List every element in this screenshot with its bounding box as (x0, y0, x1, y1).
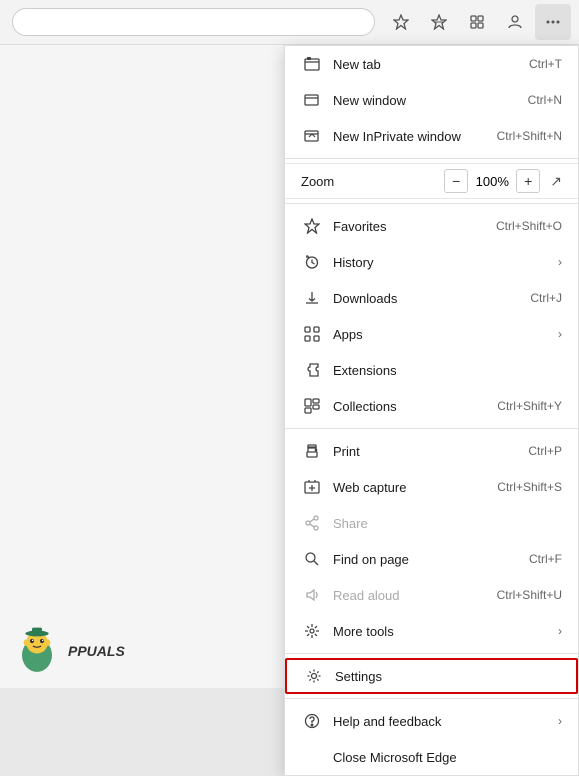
moretools-label: More tools (333, 624, 550, 639)
share-label: Share (333, 516, 562, 531)
favorites-menu-label: Favorites (333, 219, 496, 234)
history-arrow: › (558, 255, 562, 269)
separator-1 (285, 158, 578, 159)
zoom-value: 100% (474, 174, 510, 189)
menu-item-history[interactable]: History › (285, 244, 578, 280)
apps-label: Apps (333, 327, 550, 342)
print-label: Print (333, 444, 528, 459)
zoom-controls: − 100% + ↗ (444, 169, 562, 193)
menu-item-collections[interactable]: Collections Ctrl+Shift+Y (285, 388, 578, 424)
inprivate-icon (301, 125, 323, 147)
menu-item-find[interactable]: Find on page Ctrl+F (285, 541, 578, 577)
settings-icon (303, 665, 325, 687)
reading-list-icon[interactable] (421, 4, 457, 40)
webcapture-label: Web capture (333, 480, 497, 495)
zoom-row: Zoom − 100% + ↗ (285, 163, 578, 199)
print-shortcut: Ctrl+P (528, 444, 562, 458)
downloads-icon (301, 287, 323, 309)
help-icon (301, 710, 323, 732)
extensions-label: Extensions (333, 363, 562, 378)
help-arrow: › (558, 714, 562, 728)
favorites-shortcut: Ctrl+Shift+O (496, 219, 562, 233)
menu-item-apps[interactable]: Apps › (285, 316, 578, 352)
zoom-increase-button[interactable]: + (516, 169, 540, 193)
new-tab-label: New tab (333, 57, 529, 72)
menu-item-share: Share (285, 505, 578, 541)
webcapture-shortcut: Ctrl+Shift+S (497, 480, 562, 494)
find-icon (301, 548, 323, 570)
separator-4 (285, 653, 578, 654)
find-label: Find on page (333, 552, 529, 567)
collections-icon[interactable] (459, 4, 495, 40)
menu-item-new-tab[interactable]: New tab Ctrl+T (285, 46, 578, 82)
separator-5 (285, 698, 578, 699)
readaloud-icon (301, 584, 323, 606)
history-menu-label: History (333, 255, 550, 270)
close-edge-icon (301, 746, 323, 768)
collections-menu-icon (301, 395, 323, 417)
find-shortcut: Ctrl+F (529, 552, 562, 566)
menu-item-inprivate[interactable]: New InPrivate window Ctrl+Shift+N (285, 118, 578, 154)
zoom-label: Zoom (301, 174, 444, 189)
menu-item-webcapture[interactable]: Web capture Ctrl+Shift+S (285, 469, 578, 505)
favorites-menu-icon (301, 215, 323, 237)
menu-item-new-window[interactable]: New window Ctrl+N (285, 82, 578, 118)
history-icon (301, 251, 323, 273)
readaloud-shortcut: Ctrl+Shift+U (497, 588, 562, 602)
menu-item-moretools[interactable]: More tools › (285, 613, 578, 649)
downloads-shortcut: Ctrl+J (530, 291, 562, 305)
collections-label: Collections (333, 399, 497, 414)
separator-3 (285, 428, 578, 429)
inprivate-label: New InPrivate window (333, 129, 497, 144)
menu-item-favorites[interactable]: Favorites Ctrl+Shift+O (285, 208, 578, 244)
help-label: Help and feedback (333, 714, 550, 729)
print-icon (301, 440, 323, 462)
readaloud-label: Read aloud (333, 588, 497, 603)
menu-item-settings[interactable]: Settings (285, 658, 578, 694)
menu-item-help[interactable]: Help and feedback › (285, 703, 578, 739)
webcapture-icon (301, 476, 323, 498)
moretools-arrow: › (558, 624, 562, 638)
apps-arrow: › (558, 327, 562, 341)
zoom-decrease-button[interactable]: − (444, 169, 468, 193)
moretools-icon (301, 620, 323, 642)
inprivate-shortcut: Ctrl+Shift+N (497, 129, 562, 143)
zoom-expand-icon[interactable]: ↗ (550, 173, 562, 190)
appuals-watermark: PPUALS (12, 626, 125, 676)
new-window-label: New window (333, 93, 528, 108)
menu-item-readaloud: Read aloud Ctrl+Shift+U (285, 577, 578, 613)
share-icon (301, 512, 323, 534)
menu-item-extensions[interactable]: Extensions (285, 352, 578, 388)
profile-icon[interactable] (497, 4, 533, 40)
page-content: New tab Ctrl+T New window Ctrl+N (0, 45, 579, 688)
menu-item-print[interactable]: Print Ctrl+P (285, 433, 578, 469)
close-edge-label: Close Microsoft Edge (333, 750, 562, 765)
extensions-icon (301, 359, 323, 381)
more-menu-icon[interactable] (535, 4, 571, 40)
menu-item-downloads[interactable]: Downloads Ctrl+J (285, 280, 578, 316)
new-window-shortcut: Ctrl+N (528, 93, 562, 107)
downloads-label: Downloads (333, 291, 530, 306)
browser-toolbar (0, 0, 579, 45)
appuals-logo (12, 626, 62, 676)
apps-icon (301, 323, 323, 345)
collections-shortcut: Ctrl+Shift+Y (497, 399, 562, 413)
new-tab-icon (301, 53, 323, 75)
menu-item-close-edge[interactable]: Close Microsoft Edge (285, 739, 578, 775)
toolbar-icons (383, 4, 571, 40)
separator-2 (285, 203, 578, 204)
settings-label: Settings (335, 669, 560, 684)
new-window-icon (301, 89, 323, 111)
favorites-icon[interactable] (383, 4, 419, 40)
new-tab-shortcut: Ctrl+T (529, 57, 562, 71)
context-menu: New tab Ctrl+T New window Ctrl+N (284, 45, 579, 776)
